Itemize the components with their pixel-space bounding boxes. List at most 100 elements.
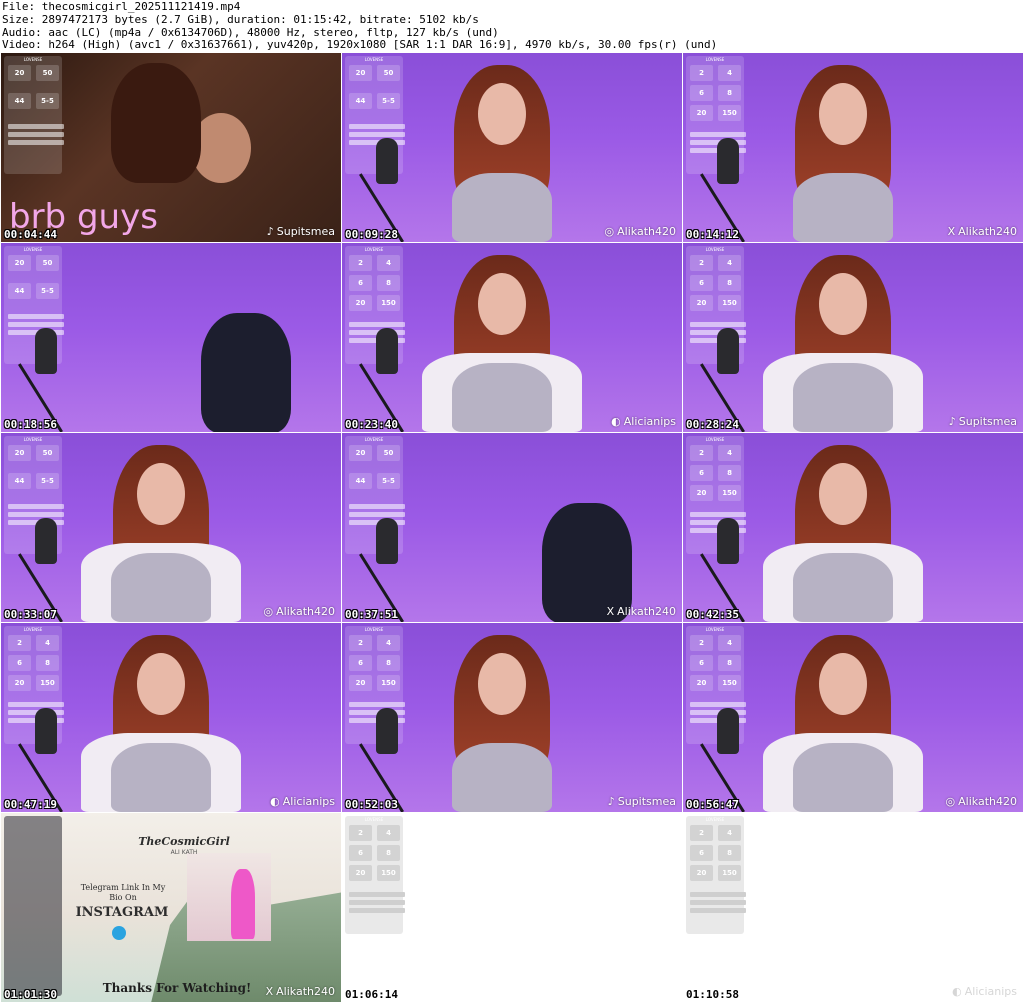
promo-telegram-text: Telegram Link In My Bio On: [80, 883, 166, 902]
tip-level-cell: 20: [690, 675, 713, 691]
video-thumbnail[interactable]: LOVENSE 20 50 44 5-5 ◎ Alikath420 00:09:28: [342, 53, 682, 242]
chat-line: [8, 512, 64, 517]
panel-brand-label: LOVENSE: [364, 247, 384, 252]
tip-level-cell: 2: [349, 255, 372, 271]
tip-level-cell: 8: [377, 655, 400, 671]
tip-level-cell: 44: [349, 473, 372, 489]
panel-brand-label: LOVENSE: [705, 437, 725, 442]
panel-brand-label: LOVENSE: [705, 57, 725, 62]
chat-line: [8, 314, 64, 319]
chat-line: [690, 132, 746, 137]
x-icon: X: [265, 985, 274, 998]
microphone-icon: [376, 518, 398, 564]
tip-level-cell: 8: [718, 845, 741, 861]
video-thumbnail[interactable]: LOVENSE 2 4 6 8 20 150 ◐ Alicianips 00:47:19: [1, 623, 341, 812]
tip-level-cell: 20: [690, 105, 713, 121]
promo-thanks-text: Thanks For Watching!: [102, 981, 252, 995]
video-thumbnail[interactable]: LOVENSE 20 50 44 5-5 brb guys ♪ Supitsmea 00:04:…: [1, 53, 341, 242]
tip-level-cell: 20: [349, 295, 372, 311]
tip-level-cell: 4: [718, 635, 741, 651]
tip-level-cell: 20: [8, 255, 31, 271]
tiktok-icon: ♪: [266, 225, 274, 238]
microphone-icon: [376, 138, 398, 184]
file-info-header: File: thecosmicgirl_202511121419.mp4 Size…: [2, 0, 717, 52]
chat-line: [349, 132, 405, 137]
tip-level-cell: 2: [690, 255, 713, 271]
video-thumbnail[interactable]: TheCosmicGirl ALI KATH Telegram Link In My…: [1, 813, 341, 1002]
tip-level-cell: 150: [718, 105, 741, 121]
social-watermark: X Alikath240: [607, 605, 676, 618]
tip-level-cell: 20: [690, 485, 713, 501]
watermark-handle: Supitsmea: [617, 795, 676, 808]
tip-level-cell: 20: [349, 65, 372, 81]
video-thumbnail[interactable]: LOVENSE 2 4 6 8 20 150 ◐ Alicianips 00:23:40: [342, 243, 682, 432]
social-watermark: ♪ Supitsmea: [949, 415, 1017, 428]
video-thumbnail[interactable]: LOVENSE 2 4 6 8 20 150 ♪ Supitsmea 00:52:03: [342, 623, 682, 812]
chat-line: [8, 140, 64, 145]
timestamp-label: 00:09:28: [345, 228, 398, 241]
video-thumbnail[interactable]: LOVENSE 20 50 44 5-5 00:18:56: [1, 243, 341, 432]
onlyfans-icon: ◐: [270, 795, 280, 808]
tip-level-cell: 20: [349, 675, 372, 691]
video-thumbnail[interactable]: LOVENSE 2 4 6 8 20 150 00:42:35: [683, 433, 1023, 622]
instagram-icon: ◎: [604, 225, 615, 238]
watermark-handle: Alikath420: [276, 605, 335, 618]
tip-level-cell: 5-5: [377, 93, 400, 109]
timestamp-label: 00:18:56: [4, 418, 57, 431]
watermark-handle: Alicianips: [964, 985, 1017, 998]
tip-level-cell: 150: [377, 865, 400, 881]
tip-level-cell: 8: [718, 85, 741, 101]
video-thumbnail[interactable]: LOVENSE 20 50 44 5-5 X Alikath240 00:37:51: [342, 433, 682, 622]
tip-level-cell: 5-5: [36, 283, 59, 299]
tip-level-cell: 50: [36, 255, 59, 271]
chat-line: [349, 124, 405, 129]
onlyfans-icon: ◐: [952, 985, 962, 998]
social-watermark: ♪ Supitsmea: [608, 795, 676, 808]
microphone-icon: [35, 328, 57, 374]
top-shape: [111, 743, 211, 812]
top-shape: [452, 363, 552, 432]
social-watermark: ♪ Supitsmea: [267, 225, 335, 238]
video-thumbnail[interactable]: LOVENSE 2 4 6 8 20 150 X Alikath240 00:14:12: [683, 53, 1023, 242]
tip-level-cell: 6: [690, 85, 713, 101]
tip-level-cell: 50: [377, 65, 400, 81]
tip-level-cell: 6: [8, 655, 31, 671]
lovense-tip-panel: [4, 816, 62, 996]
panel-brand-label: LOVENSE: [364, 437, 384, 442]
panel-brand-label: LOVENSE: [364, 817, 384, 822]
social-watermark: X Alikath240: [266, 985, 335, 998]
top-shape: [793, 743, 893, 812]
timestamp-label: 00:23:40: [345, 418, 398, 431]
tip-level-cell: 2: [690, 635, 713, 651]
chat-line: [349, 512, 405, 517]
face-shape: [137, 653, 185, 715]
chat-line: [349, 504, 405, 509]
tip-level-cell: 50: [377, 445, 400, 461]
promo-title: TheCosmicGirl: [138, 835, 230, 848]
video-thumbnail[interactable]: LOVENSE 2 4 6 8 20 150 01:06:14: [342, 813, 682, 1002]
chat-line: [690, 892, 746, 897]
tip-level-cell: 20: [8, 675, 31, 691]
watermark-handle: Alikath240: [617, 605, 676, 618]
tip-level-cell: 6: [690, 465, 713, 481]
tip-level-cell: 4: [377, 825, 400, 841]
tip-level-cell: 4: [718, 825, 741, 841]
chat-line: [8, 504, 64, 509]
top-shape: [111, 553, 211, 622]
onlyfans-icon: ◐: [611, 415, 621, 428]
tip-level-cell: 150: [36, 675, 59, 691]
timestamp-label: 00:37:51: [345, 608, 398, 621]
video-thumbnail[interactable]: LOVENSE 20 50 44 5-5 ◎ Alikath420 00:33:07: [1, 433, 341, 622]
video-thumbnail[interactable]: LOVENSE 2 4 6 8 20 150 ◎ Alikath420 00:56:47: [683, 623, 1023, 812]
tip-level-cell: 44: [349, 93, 372, 109]
video-thumbnail[interactable]: LOVENSE 2 4 6 8 20 150 ◐ Alicianips 01:10:58: [683, 813, 1023, 1002]
face-shape: [819, 653, 867, 715]
tip-level-cell: 2: [690, 65, 713, 81]
video-thumbnail[interactable]: LOVENSE 2 4 6 8 20 150 ♪ Supitsmea 00:28:24: [683, 243, 1023, 432]
tip-level-cell: 150: [377, 295, 400, 311]
tiktok-icon: ♪: [607, 795, 615, 808]
tiktok-icon: ♪: [948, 415, 956, 428]
social-watermark: ◐ Alicianips: [952, 985, 1017, 998]
timestamp-label: 00:56:47: [686, 798, 739, 811]
tip-level-cell: 20: [690, 295, 713, 311]
